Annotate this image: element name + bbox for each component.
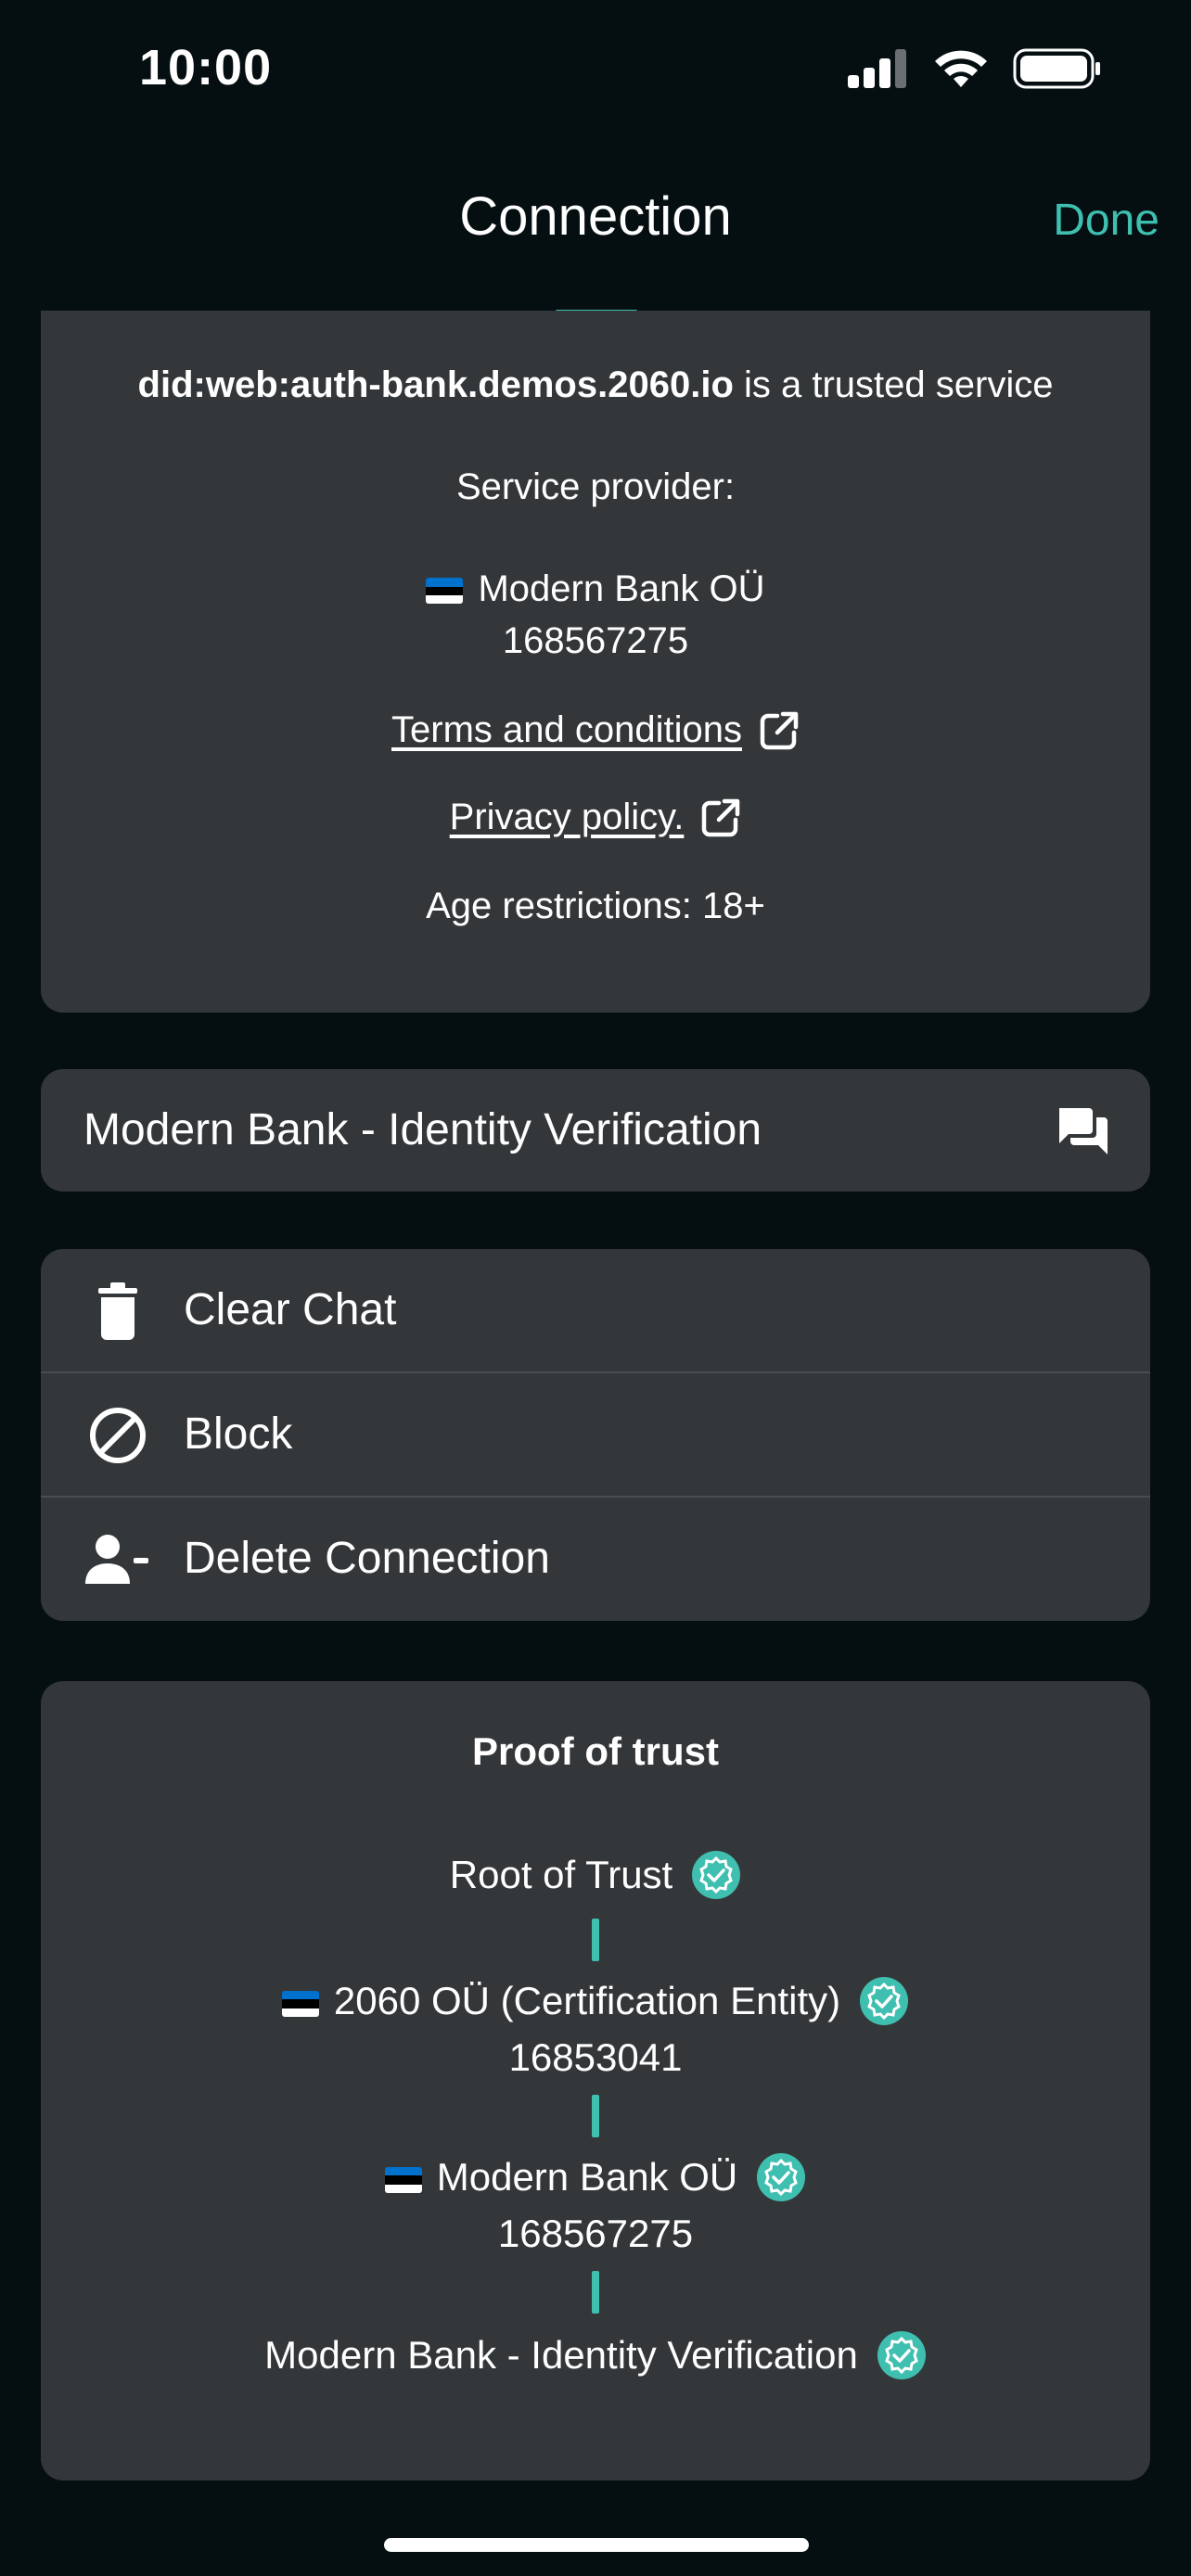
block-icon bbox=[85, 1403, 150, 1468]
estonia-flag-icon bbox=[384, 2166, 422, 2193]
trust-chain-item: Modern Bank - Identity Verification bbox=[41, 2330, 1150, 2380]
terms-link-label[interactable]: Terms and conditions bbox=[391, 709, 742, 751]
person-remove-icon bbox=[85, 1527, 150, 1592]
verified-badge-icon bbox=[860, 1977, 909, 2025]
trust-chain-connector bbox=[592, 2095, 599, 2137]
trust-chain-connector bbox=[592, 2271, 599, 2314]
privacy-link-label[interactable]: Privacy policy. bbox=[450, 797, 685, 838]
page-title: Connection bbox=[459, 186, 732, 247]
battery-icon bbox=[1013, 48, 1100, 89]
status-bar: 10:00 bbox=[0, 0, 1191, 139]
block-label[interactable]: Block bbox=[184, 1409, 292, 1460]
trust-chain-item: Modern Bank OÜ 168567275 bbox=[41, 2152, 1150, 2256]
terms-link[interactable]: Terms and conditions bbox=[41, 709, 1150, 751]
service-info-card: did:web:auth-bank.demos.2060.io is a tru… bbox=[41, 311, 1150, 1013]
delete-connection-button[interactable]: Delete Connection bbox=[41, 1498, 1150, 1622]
trust-chain-name: 2060 OÜ (Certification Entity) bbox=[333, 1979, 841, 2022]
service-did: did:web:auth-bank.demos.2060.io bbox=[137, 364, 734, 405]
estonia-flag-icon bbox=[426, 578, 464, 605]
trust-chain-name: Modern Bank OÜ bbox=[436, 2155, 738, 2199]
trust-chain-item: 2060 OÜ (Certification Entity) 16853041 bbox=[41, 1976, 1150, 2080]
proof-of-trust-title: Proof of trust bbox=[472, 1729, 719, 1773]
chat-label[interactable]: Modern Bank - Identity Verification bbox=[83, 1104, 762, 1155]
cellular-signal-icon bbox=[848, 49, 906, 88]
delete-connection-label[interactable]: Delete Connection bbox=[184, 1533, 550, 1584]
proof-of-trust-card: Proof of trust Root of Trust 2060 OÜ (Ce… bbox=[41, 1681, 1150, 2480]
trust-chain-connector bbox=[592, 1919, 599, 1961]
provider-name-text: Modern Bank OÜ bbox=[478, 568, 765, 609]
status-icons bbox=[848, 48, 1102, 89]
verified-badge-icon bbox=[757, 2153, 806, 2201]
trusted-service-text: did:web:auth-bank.demos.2060.io is a tru… bbox=[41, 364, 1150, 406]
trust-chain-id: 16853041 bbox=[508, 2035, 683, 2079]
trusted-suffix: is a trusted service bbox=[733, 364, 1054, 405]
wifi-icon bbox=[935, 50, 987, 87]
service-provider-name: Modern Bank OÜ bbox=[41, 568, 1150, 610]
trust-chain-item: Root of Trust bbox=[41, 1850, 1150, 1900]
estonia-flag-icon bbox=[281, 1990, 319, 2017]
chat-bubbles-icon[interactable] bbox=[1056, 1104, 1109, 1156]
clear-chat-label[interactable]: Clear Chat bbox=[184, 1284, 396, 1335]
block-button[interactable]: Block bbox=[41, 1373, 1150, 1498]
clear-chat-button[interactable]: Clear Chat bbox=[41, 1249, 1150, 1373]
navigation-bar: Connection Done bbox=[0, 158, 1191, 287]
actions-card: Clear Chat Block Delete Connection bbox=[41, 1249, 1150, 1621]
trust-chain-name: Modern Bank - Identity Verification bbox=[264, 2333, 858, 2377]
done-button[interactable]: Done bbox=[1053, 195, 1159, 246]
external-link-icon[interactable] bbox=[700, 797, 741, 838]
home-indicator[interactable] bbox=[384, 2538, 809, 2552]
external-link-icon[interactable] bbox=[759, 710, 800, 751]
trash-icon bbox=[85, 1279, 150, 1344]
service-provider-label: Service provider: bbox=[455, 466, 736, 507]
trust-chain-id: 168567275 bbox=[497, 2212, 694, 2255]
age-restrictions: Age restrictions: 18+ bbox=[426, 886, 765, 926]
trust-chain-name: Root of Trust bbox=[449, 1853, 673, 1896]
status-time: 10:00 bbox=[139, 40, 273, 96]
privacy-link[interactable]: Privacy policy. bbox=[41, 797, 1150, 838]
chat-row[interactable]: Modern Bank - Identity Verification bbox=[41, 1069, 1150, 1192]
verified-badge-icon bbox=[877, 2331, 926, 2379]
service-provider-id: 168567275 bbox=[502, 620, 689, 661]
verified-badge-icon bbox=[692, 1851, 741, 1899]
